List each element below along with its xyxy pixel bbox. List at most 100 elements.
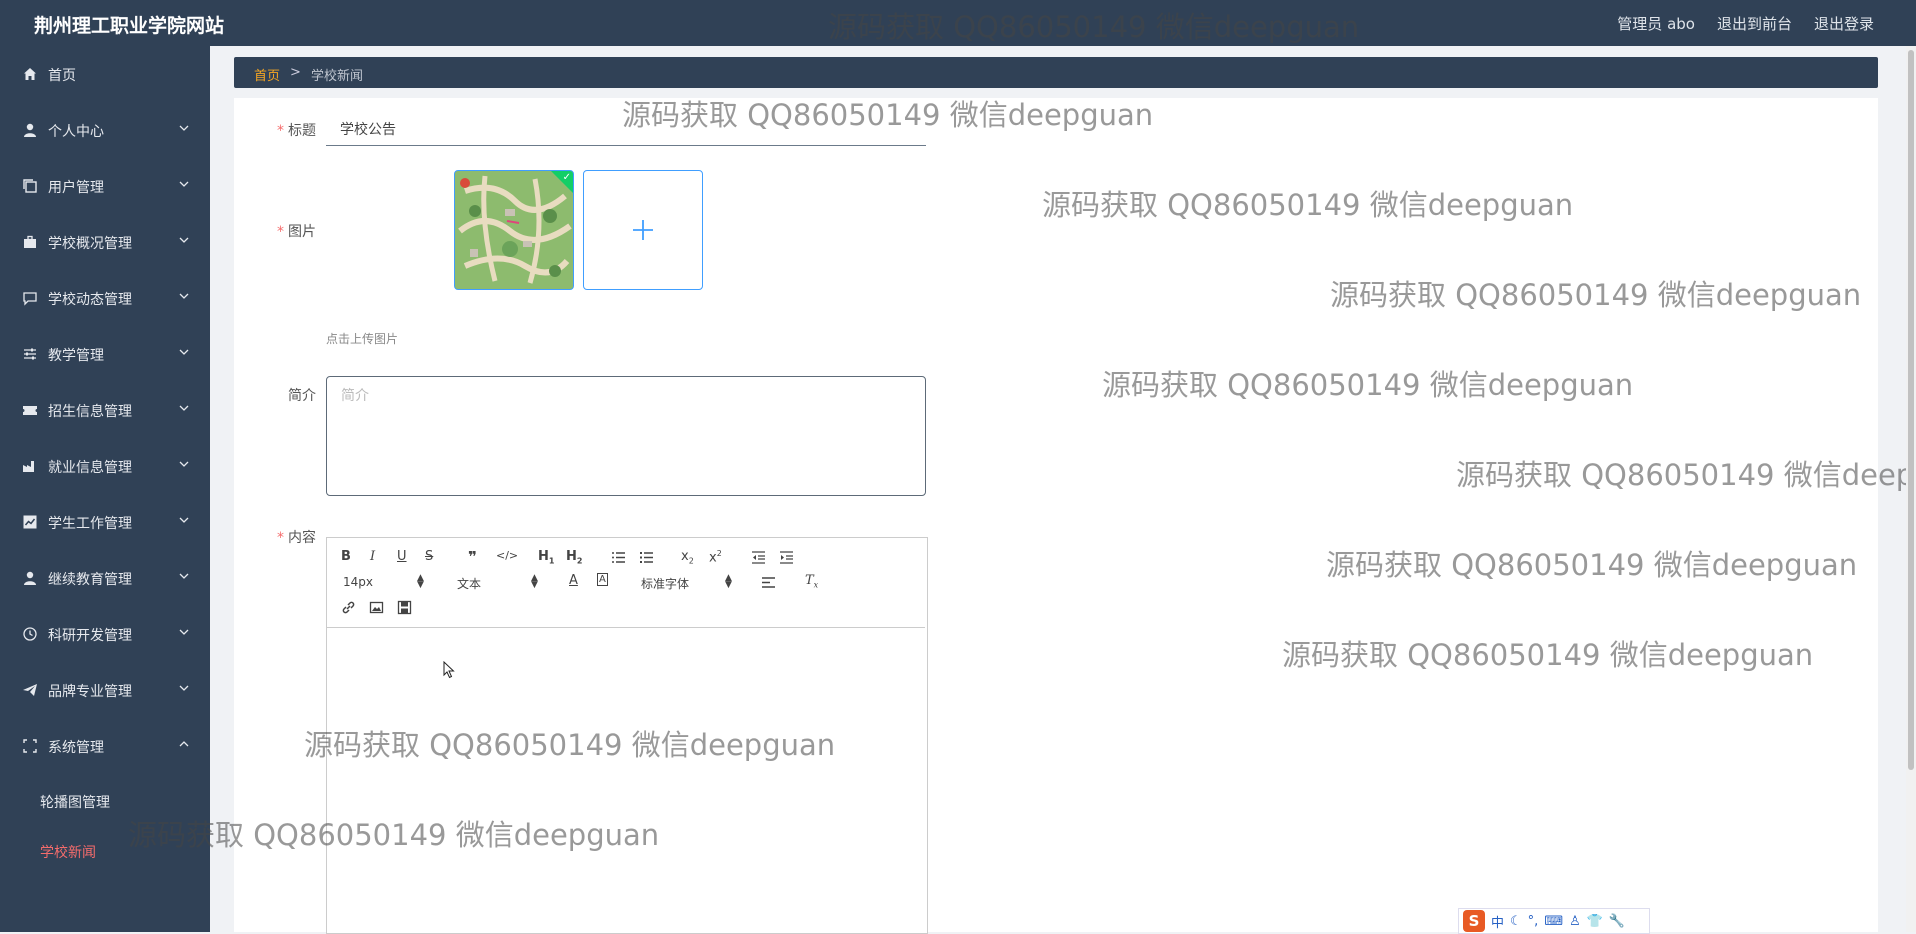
underline-icon[interactable]: U bbox=[397, 549, 407, 564]
page-scrollbar[interactable] bbox=[1906, 46, 1916, 932]
user-icon bbox=[22, 122, 38, 138]
sidebar-item-continuing-education[interactable]: 继续教育管理 bbox=[0, 558, 210, 598]
sidebar-subitem-carousel[interactable]: 轮播图管理 bbox=[40, 792, 110, 812]
sidebar-item-label: 系统管理 bbox=[48, 740, 104, 756]
wrench-icon[interactable]: 🔧 bbox=[1609, 914, 1625, 929]
send-icon bbox=[22, 682, 38, 698]
title-label: * 标题 bbox=[277, 123, 316, 139]
breadcrumb-current: 学校新闻 bbox=[311, 69, 364, 84]
breadcrumb-separator: > bbox=[290, 65, 301, 80]
chevron-down-icon bbox=[178, 682, 190, 694]
user-icon bbox=[22, 570, 38, 586]
shirt-icon[interactable]: 👕 bbox=[1587, 914, 1603, 929]
ime-mode[interactable]: 中 bbox=[1491, 912, 1504, 931]
sidebar: 首页 个人中心 用户管理 学校概况管理 学校动态管理 教学管理 招生信息管理 就… bbox=[0, 46, 210, 932]
moon-icon[interactable]: ☾ bbox=[1510, 914, 1522, 929]
sidebar-item-user-management[interactable]: 用户管理 bbox=[0, 166, 210, 206]
ime-toolbar[interactable]: S 中 ☾ °, ⌨ ♙ 👕 🔧 bbox=[1458, 908, 1650, 934]
bullet-list-icon[interactable] bbox=[639, 550, 654, 565]
check-icon: ✓ bbox=[562, 172, 571, 183]
breadcrumb: 首页 > 学校新闻 bbox=[234, 57, 1878, 88]
video-icon[interactable] bbox=[397, 600, 412, 615]
sidebar-item-label: 首页 bbox=[48, 68, 76, 84]
sidebar-item-home[interactable]: 首页 bbox=[0, 54, 210, 94]
factory-icon bbox=[22, 458, 38, 474]
font-family-select[interactable]: 标准字体 ▲ ▼ bbox=[641, 573, 735, 592]
sidebar-item-label: 个人中心 bbox=[48, 124, 104, 140]
sidebar-item-brand-majors[interactable]: 品牌专业管理 bbox=[0, 670, 210, 710]
indent-icon[interactable] bbox=[779, 550, 794, 565]
ime-logo-icon: S bbox=[1463, 910, 1485, 932]
sidebar-item-label: 科研开发管理 bbox=[48, 628, 132, 644]
exit-to-front-link[interactable]: 退出到前台 bbox=[1717, 13, 1792, 34]
scrollbar-thumb[interactable] bbox=[1908, 50, 1914, 770]
breadcrumb-home[interactable]: 首页 bbox=[254, 65, 280, 84]
heading2-icon[interactable]: H2 bbox=[566, 549, 582, 566]
outdent-icon[interactable] bbox=[751, 550, 766, 565]
punctuation-icon[interactable]: °, bbox=[1528, 914, 1539, 929]
briefcase-icon bbox=[22, 234, 38, 250]
sidebar-item-school-news-dynamics[interactable]: 学校动态管理 bbox=[0, 278, 210, 318]
header-select[interactable]: 文本 ▲ ▼ bbox=[457, 574, 541, 592]
blockquote-icon[interactable]: ❞ bbox=[468, 548, 477, 566]
sidebar-item-research[interactable]: 科研开发管理 bbox=[0, 614, 210, 654]
sidebar-item-personal-center[interactable]: 个人中心 bbox=[0, 110, 210, 150]
sidebar-item-school-overview[interactable]: 学校概况管理 bbox=[0, 222, 210, 262]
keyboard-icon[interactable]: ⌨ bbox=[1544, 914, 1563, 929]
sidebar-item-system[interactable]: 系统管理 bbox=[0, 726, 210, 766]
chevron-down-icon bbox=[178, 514, 190, 526]
summary-textarea[interactable] bbox=[326, 376, 926, 496]
title-input[interactable] bbox=[326, 112, 926, 146]
sidebar-item-label: 招生信息管理 bbox=[48, 404, 132, 420]
chevron-down-icon bbox=[178, 234, 190, 246]
superscript-icon[interactable]: x2 bbox=[709, 549, 722, 565]
site-title: 荆州理工职业学院网站 bbox=[34, 15, 225, 37]
fullscreen-icon bbox=[22, 738, 38, 754]
heading1-icon[interactable]: H1 bbox=[538, 549, 554, 566]
image-icon[interactable] bbox=[369, 600, 384, 615]
font-size-select[interactable]: 14px ▲ ▼ bbox=[343, 574, 427, 590]
chevron-down-icon bbox=[178, 570, 190, 582]
home-icon bbox=[22, 66, 38, 82]
image-label: * 图片 bbox=[277, 224, 316, 240]
bold-icon[interactable]: B bbox=[341, 549, 351, 564]
chevron-down-icon bbox=[178, 290, 190, 302]
background-color-icon[interactable]: A bbox=[597, 573, 608, 586]
chat-icon bbox=[22, 290, 38, 306]
sliders-icon bbox=[22, 346, 38, 362]
logout-link[interactable]: 退出登录 bbox=[1814, 13, 1874, 34]
clear-format-icon[interactable]: Tx bbox=[805, 573, 818, 590]
select-arrows-icon: ▲ ▼ bbox=[725, 573, 732, 590]
sidebar-item-label: 教学管理 bbox=[48, 348, 104, 364]
sidebar-item-label: 学校概况管理 bbox=[48, 236, 132, 252]
summary-label: 简介 bbox=[288, 388, 316, 404]
chevron-down-icon bbox=[178, 178, 190, 190]
sidebar-subitem-school-news[interactable]: 学校新闻 bbox=[40, 842, 96, 862]
strikethrough-icon[interactable]: S bbox=[425, 549, 433, 564]
image-upload-button[interactable] bbox=[583, 170, 703, 290]
chevron-down-icon bbox=[178, 402, 190, 414]
sidebar-item-employment[interactable]: 就业信息管理 bbox=[0, 446, 210, 486]
align-icon[interactable] bbox=[761, 575, 776, 590]
link-icon[interactable] bbox=[341, 600, 356, 615]
code-icon[interactable]: </> bbox=[496, 549, 518, 562]
ticket-icon bbox=[22, 402, 38, 418]
top-bar: 荆州理工职业学院网站 管理员 abo 退出到前台 退出登录 bbox=[0, 0, 1916, 46]
sidebar-item-admissions[interactable]: 招生信息管理 bbox=[0, 390, 210, 430]
uploaded-image-thumbnail[interactable]: ✓ bbox=[454, 170, 574, 290]
clock-icon bbox=[22, 626, 38, 642]
sidebar-item-teaching[interactable]: 教学管理 bbox=[0, 334, 210, 374]
sidebar-item-label: 学校动态管理 bbox=[48, 292, 132, 308]
chevron-down-icon bbox=[178, 458, 190, 470]
user-icon[interactable]: ♙ bbox=[1569, 914, 1581, 929]
font-color-icon[interactable]: A bbox=[569, 573, 578, 588]
chevron-down-icon bbox=[178, 346, 190, 358]
sidebar-item-label: 用户管理 bbox=[48, 180, 104, 196]
ordered-list-icon[interactable] bbox=[611, 550, 626, 565]
chevron-up-icon bbox=[178, 738, 190, 750]
italic-icon[interactable]: I bbox=[370, 549, 375, 564]
subscript-icon[interactable]: x2 bbox=[681, 549, 694, 566]
sidebar-item-student-affairs[interactable]: 学生工作管理 bbox=[0, 502, 210, 542]
upload-hint: 点击上传图片 bbox=[326, 332, 399, 346]
mouse-cursor-icon bbox=[443, 661, 455, 679]
